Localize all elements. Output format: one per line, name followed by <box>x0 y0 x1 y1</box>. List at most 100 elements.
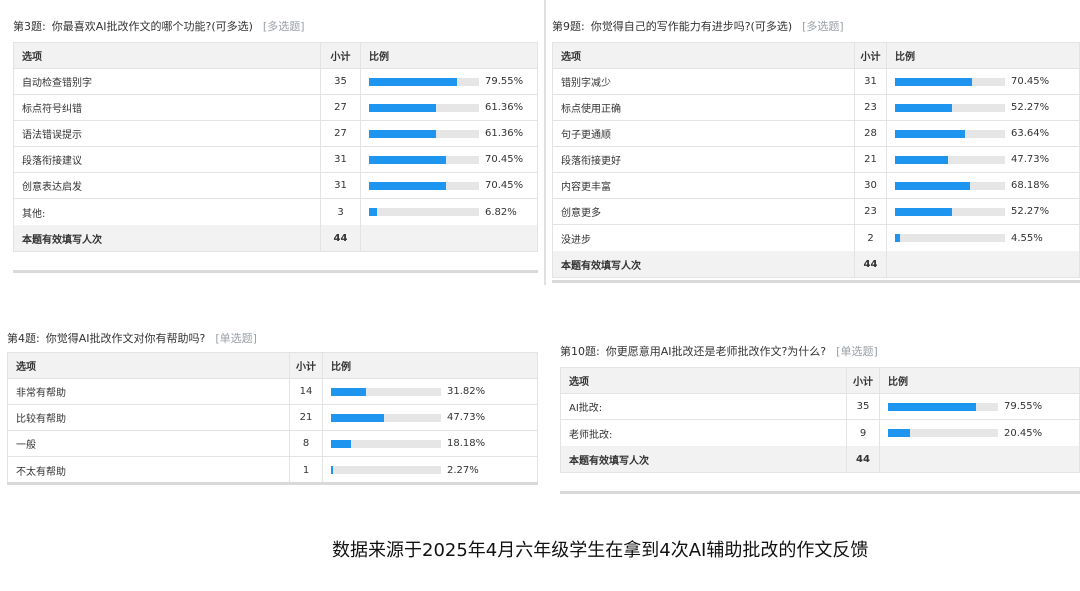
q9-ratio-text: 52.27% <box>1011 206 1050 217</box>
q9-option-ratio: 70.45% <box>887 69 1049 94</box>
q3-option-label: 自动检查错别字 <box>14 69 321 94</box>
q4-header-option: 选项 <box>8 353 290 378</box>
q4-ratio-bar-track <box>331 439 441 448</box>
q9-header-count: 小计 <box>855 43 887 68</box>
q9-ratio-bar-track <box>895 155 1005 164</box>
q9-option-label: 句子更通顺 <box>553 121 855 146</box>
q10-option-label: 老师批改: <box>561 420 847 446</box>
q3-option-row: 语法错误提示 27 61.36% <box>14 121 537 147</box>
q4-option-row: 比较有帮助 21 47.73% <box>8 405 537 431</box>
q10-ratio-text: 20.45% <box>1004 427 1043 439</box>
q9-ratio-bar-track <box>895 234 1005 242</box>
q3-option-ratio: 70.45% <box>361 173 523 198</box>
q3-option-label: 语法错误提示 <box>14 121 321 146</box>
q4-ratio-bar-fill <box>331 466 334 474</box>
q3-body: 自动检查错别字 35 79.55% 标点符号纠错 27 61.36% 语法错误提示 27 61.… <box>14 69 537 225</box>
q9-total-row: 本题有效填写人次 44 <box>553 251 1079 277</box>
q4-option-count: 14 <box>290 379 323 404</box>
q3-option-row: 自动检查错别字 35 79.55% <box>14 69 537 95</box>
q4-question: 你觉得AI批改作文对你有帮助吗? <box>45 332 206 345</box>
q4-ratio-text: 2.27% <box>447 464 479 476</box>
q4-ratio-bar-fill <box>331 413 384 422</box>
q9-option-row: 标点使用正确 23 52.27% <box>553 95 1079 121</box>
q3-ratio-bar-fill <box>369 155 447 164</box>
q3-ratio-bar-track <box>369 181 479 190</box>
q9-option-row: 没进步 2 4.55% <box>553 225 1079 251</box>
q3-option-label: 标点符号纠错 <box>14 95 321 120</box>
q4-number: 第4题: <box>7 332 40 345</box>
q4-option-count: 1 <box>290 457 323 483</box>
q10-option-label: AI批改: <box>561 394 847 419</box>
q4-ratio-text: 47.73% <box>447 412 486 423</box>
q10-total-label: 本题有效填写人次 <box>561 446 847 472</box>
q9-title: 第9题: 你觉得自己的写作能力有进步吗?(可多选) [多选题] <box>552 18 1080 36</box>
q4-option-row: 不太有帮助 1 2.27% <box>8 457 537 483</box>
q3-ratio-bar-track <box>369 208 479 216</box>
q9-option-count: 2 <box>855 225 887 251</box>
q10-shadow <box>560 491 1080 494</box>
q3-header-option: 选项 <box>14 43 321 68</box>
q3-option-count: 27 <box>321 121 361 146</box>
q10-option-ratio: 79.55% <box>880 394 1042 419</box>
q3-ratio-bar-fill <box>369 208 377 216</box>
q9-option-count: 21 <box>855 147 887 172</box>
q9-option-row: 句子更通顺 28 63.64% <box>553 121 1079 147</box>
q4-option-row: 一般 8 18.18% <box>8 431 537 457</box>
q9-option-label: 创意更多 <box>553 199 855 224</box>
q9-ratio-text: 70.45% <box>1011 76 1050 87</box>
q3-ratio-bar-track <box>369 77 479 86</box>
q4-shadow <box>7 482 538 485</box>
q9-option-ratio: 63.64% <box>887 121 1049 146</box>
q10-number: 第10题: <box>560 345 600 358</box>
q3-panel: 第3题: 你最喜欢AI批改作文的哪个功能?(可多选) [多选题] 选项 小计 比例 … <box>13 18 538 274</box>
q3-ratio-text: 79.55% <box>485 76 524 87</box>
survey-results-page: 第3题: 你最喜欢AI批改作文的哪个功能?(可多选) [多选题] 选项 小计 比例 … <box>0 0 1080 591</box>
q10-ratio-bar-fill <box>888 429 911 437</box>
q9-ratio-bar-track <box>895 77 1005 86</box>
q9-ratio-bar-track <box>895 181 1005 190</box>
q9-ratio-text: 4.55% <box>1011 232 1043 244</box>
q9-ratio-bar-fill <box>895 129 965 138</box>
q9-ratio-bar-fill <box>895 181 970 190</box>
q3-number: 第3题: <box>13 20 46 33</box>
q9-option-count: 23 <box>855 95 887 120</box>
q9-ratio-text: 52.27% <box>1011 102 1050 113</box>
q9-option-row: 内容更丰富 30 68.18% <box>553 173 1079 199</box>
q9-ratio-bar-track <box>895 207 1005 216</box>
q9-option-label: 错别字减少 <box>553 69 855 94</box>
q4-table: 选项 小计 比例 非常有帮助 14 31.82% 比较有帮助 21 47.73% 一般 8 18… <box>7 352 538 484</box>
q9-panel: 第9题: 你觉得自己的写作能力有进步吗?(可多选) [多选题] 选项 小计 比例 错… <box>552 18 1080 288</box>
q3-total-count: 44 <box>321 225 361 251</box>
q3-ratio-bar-fill <box>369 181 447 190</box>
q4-ratio-bar-fill <box>331 387 366 396</box>
q10-option-row: 老师批改: 9 20.45% <box>561 420 1079 446</box>
q9-shadow <box>552 280 1080 283</box>
q4-option-row: 非常有帮助 14 31.82% <box>8 379 537 405</box>
q4-header-count: 小计 <box>290 353 323 378</box>
q10-title: 第10题: 你更愿意用AI批改还是老师批改作文?为什么? [单选题] <box>560 343 1080 361</box>
q3-header-row: 选项 小计 比例 <box>14 43 537 69</box>
q9-header-row: 选项 小计 比例 <box>553 43 1079 69</box>
q3-ratio-text: 70.45% <box>485 180 524 191</box>
q9-option-label: 内容更丰富 <box>553 173 855 198</box>
q3-option-count: 31 <box>321 173 361 198</box>
q4-ratio-text: 18.18% <box>447 438 486 449</box>
q9-option-count: 23 <box>855 199 887 224</box>
q3-ratio-bar-track <box>369 155 479 164</box>
q9-option-count: 28 <box>855 121 887 146</box>
q10-option-count: 35 <box>847 394 880 419</box>
q3-option-row: 标点符号纠错 27 61.36% <box>14 95 537 121</box>
q4-title: 第4题: 你觉得AI批改作文对你有帮助吗? [单选题] <box>7 330 538 348</box>
q9-option-row: 创意更多 23 52.27% <box>553 199 1079 225</box>
q10-ratio-bar-track <box>888 402 998 411</box>
q3-option-count: 31 <box>321 147 361 172</box>
q3-option-row: 段落衔接建议 31 70.45% <box>14 147 537 173</box>
q9-total-label: 本题有效填写人次 <box>553 251 855 277</box>
q4-panel: 第4题: 你觉得AI批改作文对你有帮助吗? [单选题] 选项 小计 比例 非常有帮助… <box>7 330 538 486</box>
q10-ratio-bar-fill <box>888 402 976 411</box>
q9-type-tag: [多选题] <box>802 20 844 33</box>
q3-option-count: 35 <box>321 69 361 94</box>
q3-header-count: 小计 <box>321 43 361 68</box>
q3-option-ratio: 6.82% <box>361 199 517 225</box>
q3-ratio-text: 6.82% <box>485 206 517 218</box>
